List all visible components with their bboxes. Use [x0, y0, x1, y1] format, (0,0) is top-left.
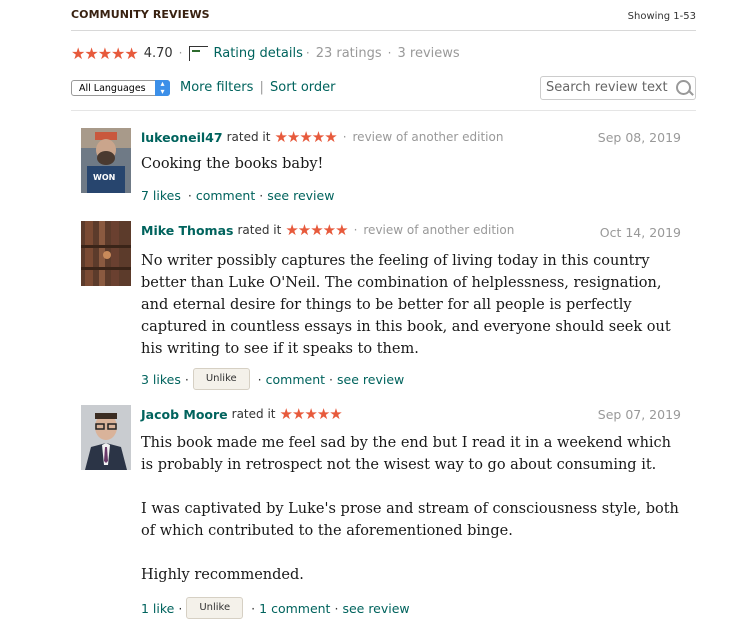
separator-dot: · — [387, 46, 392, 60]
separator-dot: · — [251, 600, 256, 616]
review-stars: ★★★★★ — [285, 221, 348, 239]
edition-note[interactable]: review of another edition — [353, 130, 504, 144]
filter-links: More filters | Sort order — [180, 80, 336, 95]
rated-label: rated it — [226, 130, 271, 144]
review-paragraph: I was captivated by Luke's prose and str… — [141, 501, 679, 539]
review-date[interactable]: Oct 14, 2019 — [600, 225, 681, 240]
section-title: COMMUNITY REVIEWS — [71, 8, 210, 21]
likes-link[interactable]: 7 likes — [141, 188, 181, 203]
svg-text:WON: WON — [93, 173, 115, 182]
rated-label: rated it — [231, 407, 276, 421]
review-header: Jacob Moore rated it ★★★★★ — [141, 405, 343, 423]
comment-link[interactable]: comment — [196, 188, 255, 203]
review-paragraph: Highly recommended. — [141, 567, 304, 583]
avatar[interactable] — [81, 221, 131, 286]
comment-link[interactable]: 1 comment — [259, 601, 330, 616]
language-select-value: All Languages — [79, 83, 146, 94]
review-header: Mike Thomas rated it ★★★★★ · review of a… — [141, 221, 514, 239]
review-item: Mike Thomas rated it ★★★★★ · review of a… — [81, 221, 681, 391]
link-divider: | — [259, 80, 264, 95]
showing-count: Showing 1-53 — [627, 11, 696, 22]
rating-summary: ★★★★★ 4.70 · Rating details · 23 ratings… — [71, 43, 460, 63]
see-review-link[interactable]: see review — [337, 372, 404, 387]
edition-note[interactable]: review of another edition — [363, 223, 514, 237]
see-review-link[interactable]: see review — [267, 188, 334, 203]
separator-dot: · — [259, 188, 264, 203]
separator-dot: · — [353, 223, 358, 237]
review-text: Cooking the books baby! — [141, 153, 681, 175]
reviewer-name[interactable]: Jacob Moore — [141, 407, 228, 422]
language-select[interactable]: All Languages ▴ ▾ — [71, 80, 170, 96]
review-item: WON lukeoneil47 rated it ★★★★★ · review … — [81, 128, 681, 208]
rating-details-link[interactable]: Rating details — [214, 46, 303, 61]
separator-dot: · — [334, 600, 339, 616]
review-paragraph: This book made me feel sad by the end bu… — [141, 435, 672, 473]
review-text: No writer possibly captures the feeling … — [141, 250, 681, 360]
separator-dot: · — [329, 371, 334, 387]
more-filters-link[interactable]: More filters — [180, 80, 253, 95]
reviewer-name[interactable]: Mike Thomas — [141, 223, 233, 238]
unlike-button[interactable]: Unlike — [186, 597, 244, 619]
review-stars: ★★★★★ — [279, 405, 343, 423]
search-placeholder: Search review text — [546, 80, 668, 95]
sort-order-link[interactable]: Sort order — [270, 80, 335, 95]
reviewer-name[interactable]: lukeoneil47 — [141, 130, 223, 145]
review-footer: 7 likes · comment · see review — [141, 188, 334, 203]
separator-dot: · — [178, 600, 183, 616]
review-filters: All Languages ▴ ▾ More filters | Sort ord… — [71, 76, 696, 111]
review-date[interactable]: Sep 07, 2019 — [598, 407, 681, 422]
review-header: lukeoneil47 rated it ★★★★★ · review of a… — [141, 128, 503, 146]
review-stars: ★★★★★ — [274, 128, 337, 146]
review-footer: 1 like · Unlike · 1 comment · see review — [141, 597, 410, 619]
rated-label: rated it — [237, 223, 282, 237]
separator-dot: · — [187, 188, 192, 203]
avatar[interactable]: WON — [81, 128, 131, 193]
see-review-link[interactable]: see review — [342, 601, 409, 616]
review-paragraph: No writer possibly captures the feeling … — [141, 253, 671, 357]
separator-dot: · — [184, 371, 189, 387]
review-paragraph: Cooking the books baby! — [141, 156, 324, 172]
ratings-count: 23 ratings — [315, 45, 382, 61]
separator-dot: · — [342, 130, 347, 144]
likes-link[interactable]: 3 likes — [141, 372, 181, 387]
community-reviews-header: COMMUNITY REVIEWS Showing 1-53 — [71, 8, 696, 31]
search-review-input[interactable]: Search review text — [540, 76, 696, 100]
average-rating: 4.70 — [143, 45, 173, 61]
unlike-button[interactable]: Unlike — [192, 368, 250, 390]
average-stars: ★★★★★ — [71, 43, 139, 63]
search-icon[interactable] — [676, 80, 691, 95]
separator-dot: · — [178, 46, 183, 60]
avatar[interactable] — [81, 405, 131, 470]
separator-dot: · — [305, 46, 310, 60]
review-date[interactable]: Sep 08, 2019 — [598, 130, 681, 145]
likes-link[interactable]: 1 like — [141, 601, 174, 616]
reviews-count: 3 reviews — [397, 45, 460, 61]
review-item: Jacob Moore rated it ★★★★★ Sep 07, 2019 … — [81, 405, 681, 623]
comment-link[interactable]: comment — [266, 372, 325, 387]
updown-arrow-icon: ▴ ▾ — [155, 80, 170, 96]
review-text: This book made me feel sad by the end bu… — [141, 432, 681, 586]
histogram-icon[interactable] — [188, 45, 208, 61]
separator-dot: · — [257, 371, 262, 387]
review-footer: 3 likes · Unlike · comment · see review — [141, 368, 404, 390]
